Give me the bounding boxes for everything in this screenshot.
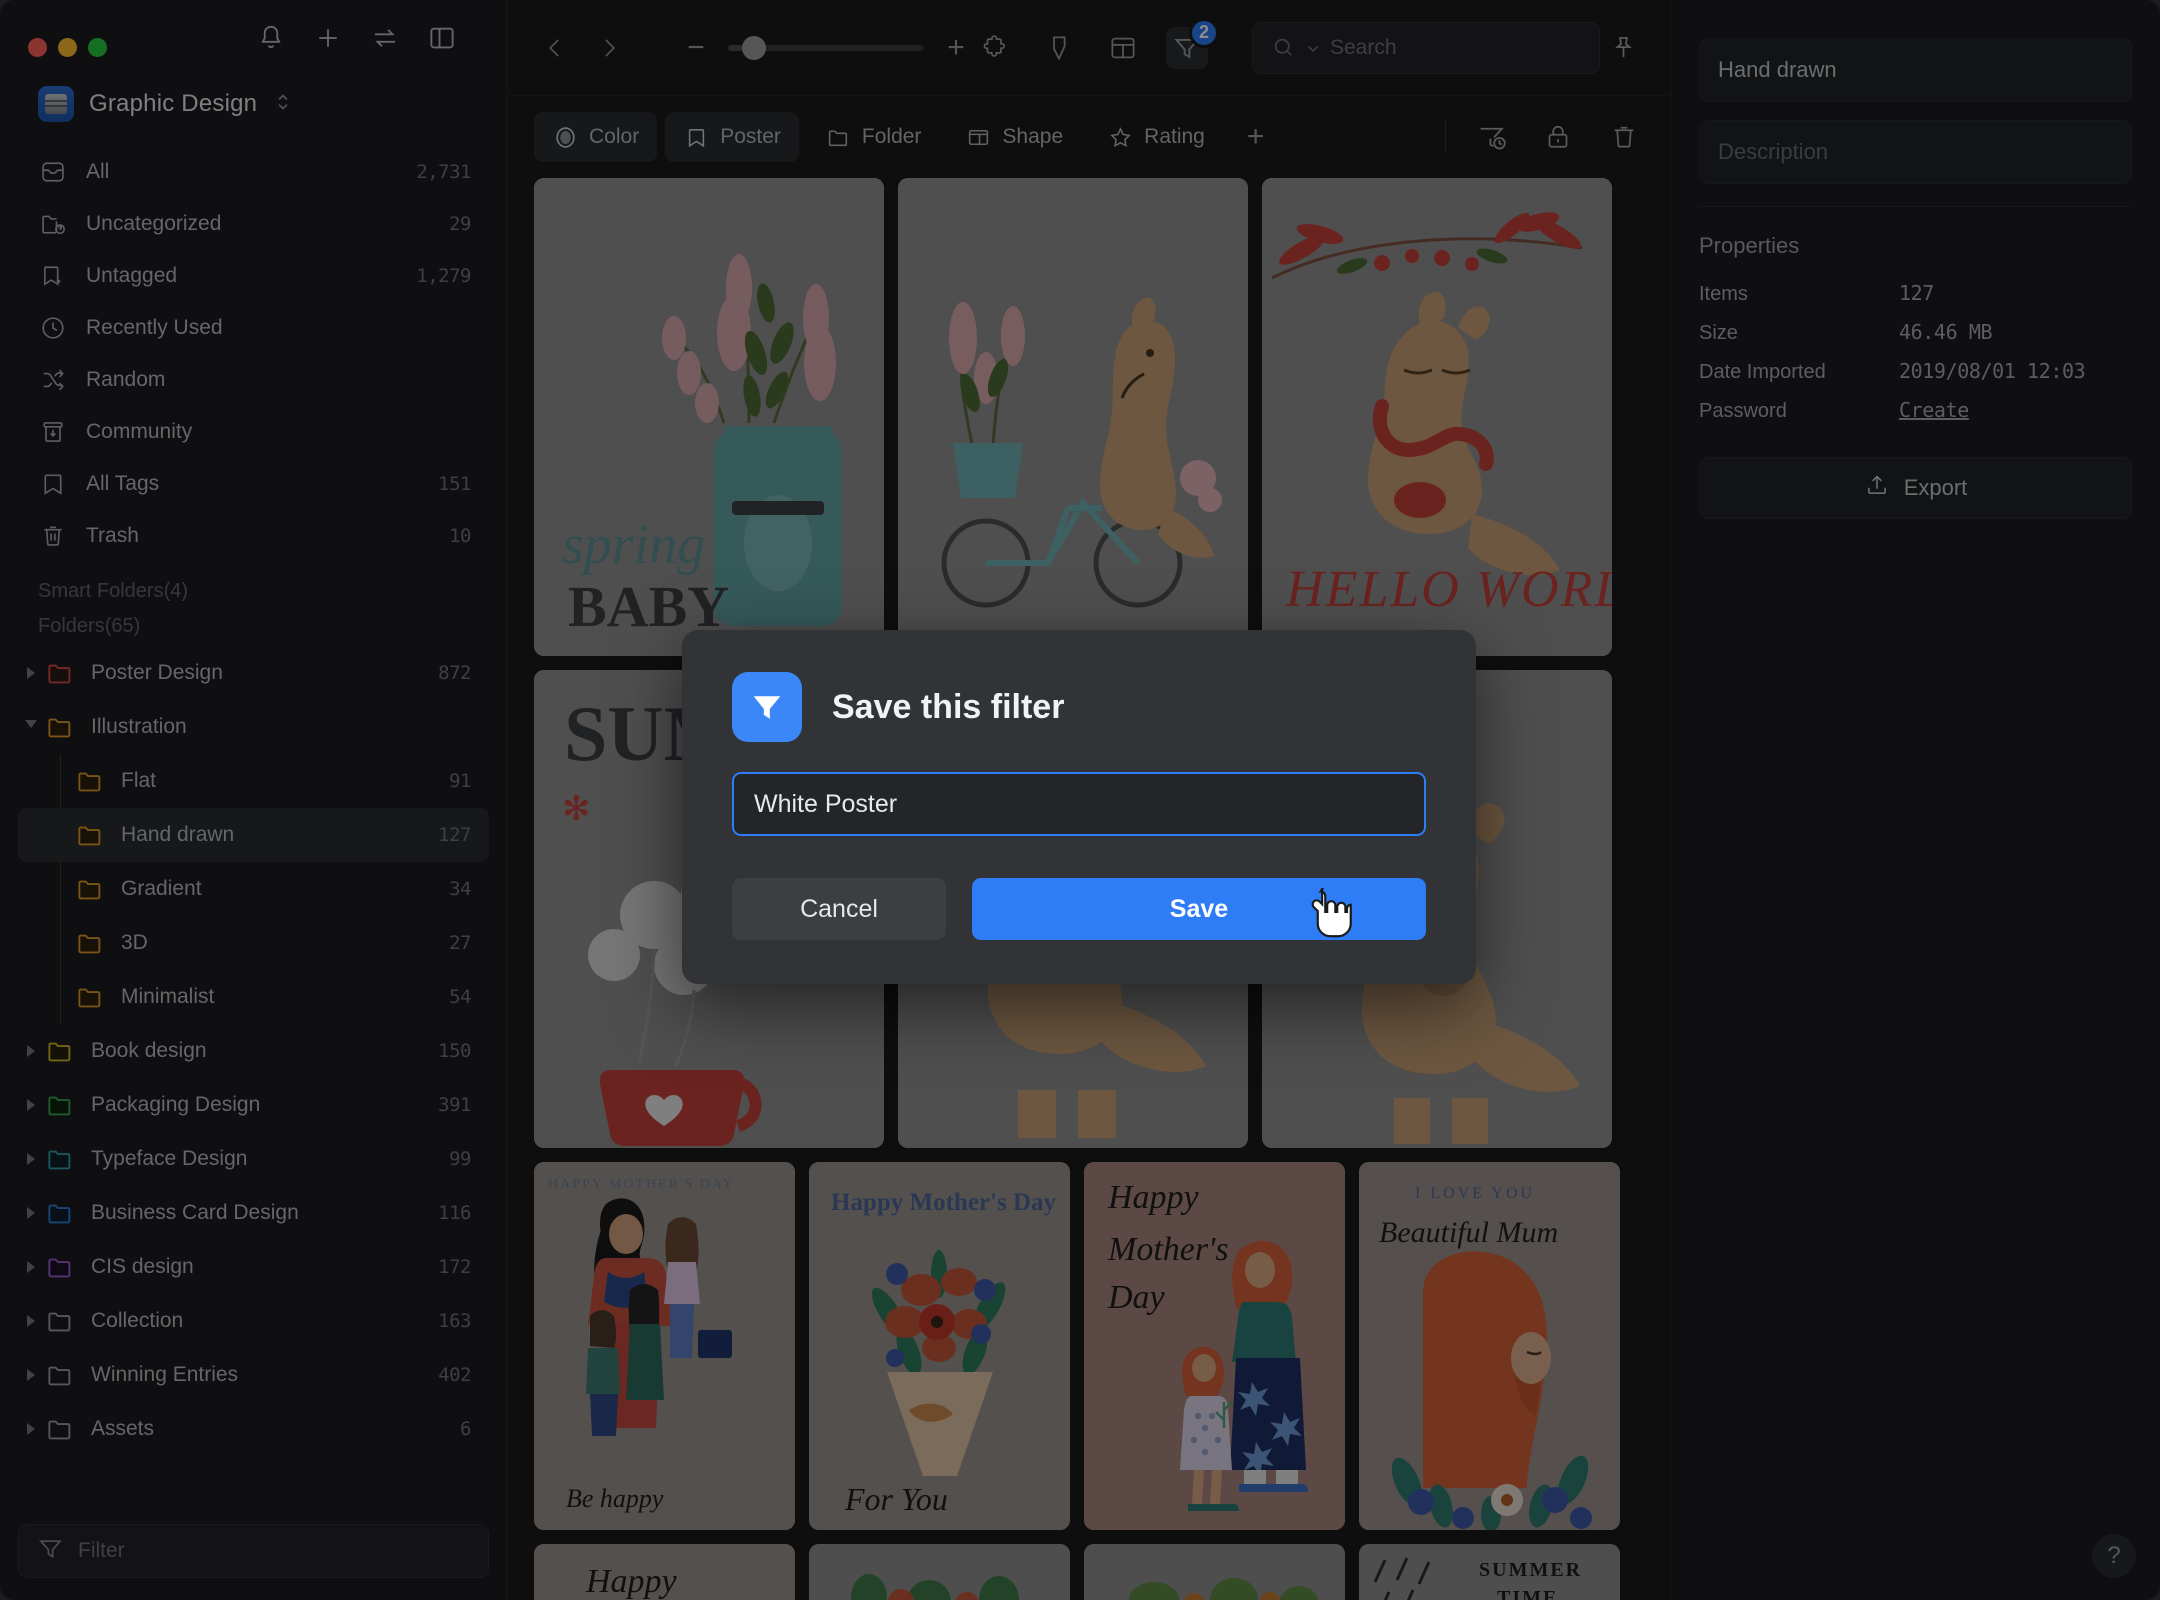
save-filter-dialog: Save this filter White Poster Cancel Sav… [682,630,1476,984]
filter-name-input[interactable]: White Poster [732,772,1426,836]
filter-funnel-icon [732,672,802,742]
dialog-title: Save this filter [832,687,1065,726]
cancel-button[interactable]: Cancel [732,878,946,940]
eagle-app-window: Graphic Design All 2,731 Uncategorized 2… [0,0,2160,1600]
save-button[interactable]: Save [972,878,1426,940]
dialog-actions: Cancel Save [732,878,1426,940]
dialog-header: Save this filter [732,672,1426,742]
filter-name-value: White Poster [754,789,898,818]
